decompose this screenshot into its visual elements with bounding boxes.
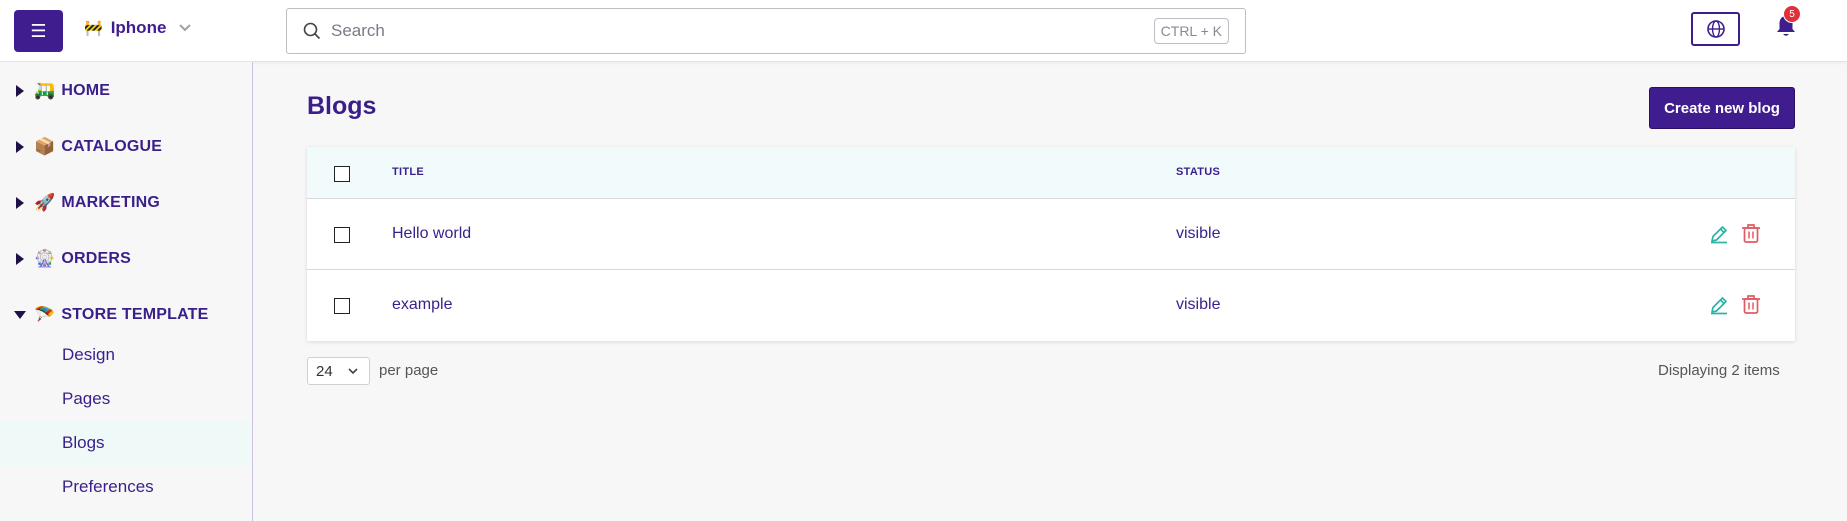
globe-icon <box>1706 20 1725 38</box>
sidebar-item-preferences[interactable]: Preferences <box>0 465 252 509</box>
table-row: Hello world visible <box>307 199 1795 270</box>
sidebar-section-marketing[interactable]: 🚀 MARKETING <box>0 188 252 218</box>
sidebar-section-label: MARKETING <box>61 194 161 211</box>
create-blog-button[interactable]: Create new blog <box>1649 87 1795 129</box>
row-checkbox[interactable] <box>334 227 350 243</box>
table-row: example visible <box>307 270 1795 341</box>
ferris-wheel-emoji-icon: 🎡 <box>34 249 56 268</box>
sidebar-item-design[interactable]: Design <box>0 333 252 377</box>
hamburger-icon: ☰ <box>30 20 47 41</box>
blog-title-link[interactable]: example <box>392 296 452 314</box>
blogs-table: TITLE STATUS Hello world visible example… <box>307 147 1795 341</box>
sidebar-section-label: STORE TEMPLATE <box>61 306 209 323</box>
sidebar-section-store-template[interactable]: 🪂 STORE TEMPLATE <box>0 300 252 330</box>
sidebar-section-catalogue[interactable]: 📦 CATALOGUE <box>0 132 252 162</box>
search-input[interactable]: Search <box>331 21 385 41</box>
per-page-select[interactable]: 24 <box>307 357 370 385</box>
caret-right-icon <box>16 253 24 265</box>
select-all-checkbox[interactable] <box>334 166 350 182</box>
trash-icon[interactable] <box>1740 222 1762 244</box>
store-emoji: 🚧 <box>84 20 103 37</box>
page-title: Blogs <box>307 92 377 120</box>
search-shortcut-badge: CTRL + K <box>1153 18 1229 44</box>
search-bar[interactable]: Search CTRL + K <box>286 8 1246 54</box>
caret-down-icon <box>14 311 26 319</box>
sidebar-section-orders[interactable]: 🎡 ORDERS <box>0 244 252 274</box>
store-selector[interactable]: 🚧 Iphone <box>84 16 192 40</box>
menu-button[interactable]: ☰ <box>14 10 63 52</box>
displaying-count: Displaying 2 items <box>1658 362 1780 379</box>
search-icon <box>303 22 321 40</box>
caret-right-icon <box>16 141 24 153</box>
column-header-title[interactable]: TITLE <box>392 166 424 178</box>
edit-icon[interactable] <box>1708 223 1730 245</box>
top-bar: ☰ 🚧 Iphone Search CTRL + K 5 <box>0 0 1847 62</box>
sidebar-section-label: HOME <box>61 82 111 99</box>
notification-count-badge: 5 <box>1783 5 1801 23</box>
blog-status: visible <box>1176 225 1221 242</box>
caret-right-icon <box>16 197 24 209</box>
sidebar-section-label: ORDERS <box>61 250 132 267</box>
rocket-emoji-icon: 🚀 <box>34 193 56 212</box>
trash-icon[interactable] <box>1740 293 1762 315</box>
row-checkbox[interactable] <box>334 298 350 314</box>
edit-icon[interactable] <box>1708 294 1730 316</box>
blog-title-link[interactable]: Hello world <box>392 225 471 243</box>
chevron-down-icon <box>348 368 358 375</box>
sidebar-section-home[interactable]: 🛺 HOME <box>0 76 252 106</box>
store-name: Iphone <box>110 18 167 37</box>
sidebar-item-blogs[interactable]: Blogs <box>0 421 252 465</box>
table-header: TITLE STATUS <box>307 147 1795 199</box>
sidebar: 🛺 HOME 📦 CATALOGUE 🚀 MARKETING 🎡 ORDERS … <box>0 62 253 521</box>
blog-status: visible <box>1176 296 1221 313</box>
package-emoji-icon: 📦 <box>34 137 56 156</box>
chevron-down-icon <box>178 20 192 36</box>
language-button[interactable] <box>1691 12 1740 46</box>
per-page-label: per page <box>379 362 439 379</box>
column-header-status[interactable]: STATUS <box>1176 166 1220 178</box>
sidebar-section-label: CATALOGUE <box>61 138 163 155</box>
per-page-value: 24 <box>316 362 333 380</box>
home-emoji-icon: 🛺 <box>34 81 56 100</box>
sidebar-item-pages[interactable]: Pages <box>0 377 252 421</box>
parachute-emoji-icon: 🪂 <box>34 305 56 324</box>
caret-right-icon <box>16 85 24 97</box>
